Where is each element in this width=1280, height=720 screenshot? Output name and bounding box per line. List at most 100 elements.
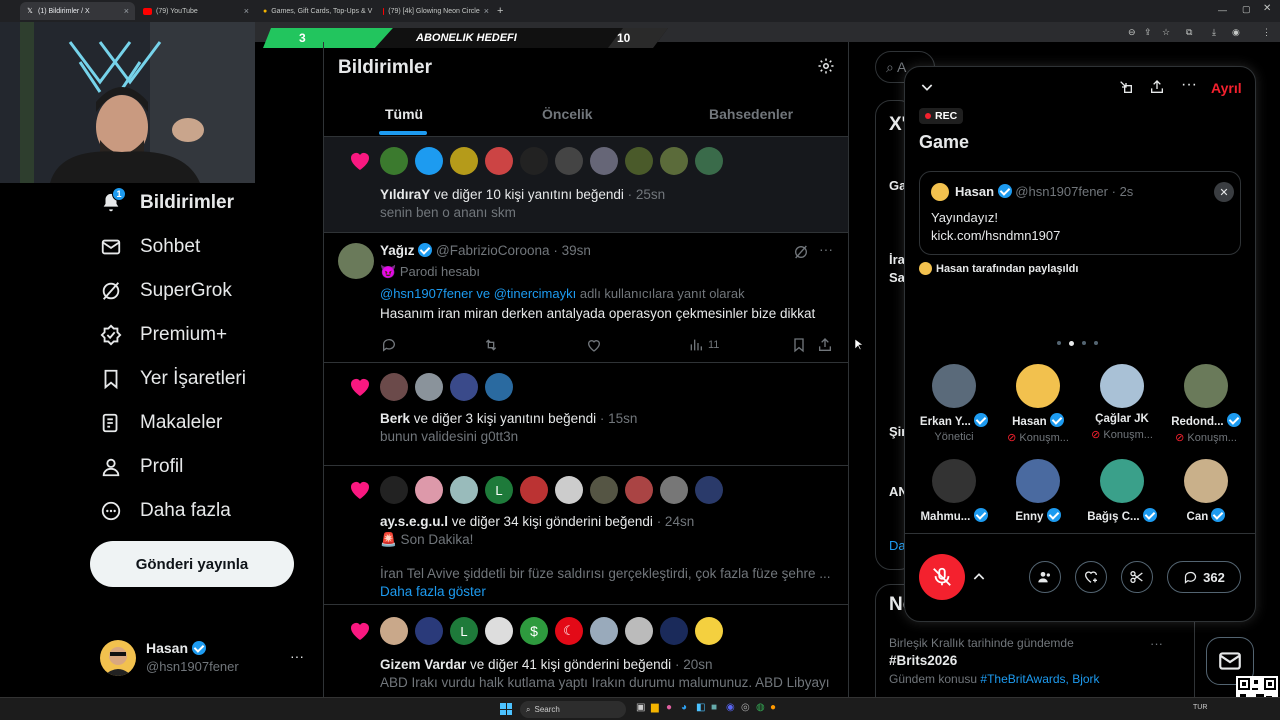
- pinned-post[interactable]: Hasan @hsn1907fener · 2s ✕ Yayındayız! k…: [919, 171, 1241, 255]
- sidebar-item-chat[interactable]: Sohbet: [100, 236, 200, 258]
- carousel-dot[interactable]: [1057, 341, 1061, 345]
- expand-up-icon[interactable]: [971, 569, 987, 585]
- tab-priority[interactable]: Öncelik: [542, 106, 593, 122]
- participants-button[interactable]: [1029, 561, 1061, 593]
- leave-space-button[interactable]: Ayrıl: [1211, 80, 1242, 96]
- speaker[interactable]: Hasan ⊘ Konuşm...: [998, 364, 1078, 444]
- app-icon[interactable]: ●: [666, 702, 672, 713]
- close-tab-icon[interactable]: ×: [484, 6, 489, 16]
- speaker[interactable]: Erkan Y... Yönetici: [914, 364, 994, 443]
- language-indicator[interactable]: TUR: [1193, 704, 1207, 711]
- pinned-link[interactable]: kick.com/hsndmn1907: [931, 228, 1060, 243]
- carousel-dot[interactable]: [1094, 341, 1098, 345]
- minimize-button[interactable]: —: [1218, 5, 1227, 15]
- reply-action[interactable]: [381, 337, 397, 353]
- sidebar-item-more[interactable]: Daha fazla: [100, 500, 231, 522]
- close-tab-icon[interactable]: ×: [244, 6, 249, 16]
- speaker[interactable]: Çağlar JK ⊘ Konuşm...: [1082, 364, 1162, 441]
- browser-tab-youtube[interactable]: (79) YouTube ×: [137, 2, 255, 20]
- tab-all[interactable]: Tümü: [385, 106, 423, 122]
- share-icon[interactable]: [1149, 79, 1165, 95]
- listener[interactable]: Enny: [998, 459, 1078, 523]
- account-more-icon[interactable]: ···: [290, 648, 304, 664]
- mention-link[interactable]: @tinercimaykı: [494, 286, 577, 301]
- sidebar-item-profile[interactable]: Profil: [100, 456, 183, 478]
- speaker[interactable]: Redond... ⊘ Konuşm...: [1166, 364, 1246, 444]
- taskbar-search[interactable]: ⌕ Search: [520, 701, 626, 718]
- show-more-link[interactable]: Daha fazla göster: [380, 584, 486, 599]
- store-icon[interactable]: ◧: [696, 702, 705, 713]
- verified-badge-icon: [191, 641, 206, 655]
- close-window-button[interactable]: ✕: [1263, 3, 1271, 14]
- mention-link[interactable]: @hsn1907fener: [380, 286, 473, 301]
- notification-text: Gizem Vardar ve diğer 41 kişi gönderini …: [380, 657, 712, 672]
- listener[interactable]: Bağış C...: [1082, 459, 1162, 523]
- chrome-icon[interactable]: ◍: [756, 702, 765, 713]
- pinned-header: Hasan @hsn1907fener · 2s: [955, 184, 1133, 199]
- trend-topic-links[interactable]: #TheBritAwards, Bjork: [980, 672, 1099, 686]
- listener[interactable]: Can: [1166, 459, 1246, 523]
- collapse-chevron-icon[interactable]: [919, 79, 935, 95]
- maximize-button[interactable]: ▢: [1242, 4, 1251, 15]
- notification-item[interactable]: L $ ☾ Gizem Vardar ve diğer 41 kişi gönd…: [324, 605, 848, 702]
- task-view-icon[interactable]: ▣: [636, 702, 645, 713]
- minimize-space-icon[interactable]: [1118, 79, 1134, 95]
- like-action[interactable]: [586, 337, 602, 353]
- close-tab-icon[interactable]: ×: [124, 6, 129, 16]
- settings-gear-icon[interactable]: [817, 57, 835, 75]
- notification-item[interactable]: YıldıraY ve diğer 10 kişi yanıtını beğen…: [324, 137, 848, 233]
- views-action[interactable]: 11: [688, 337, 719, 353]
- sidebar-item-articles[interactable]: Makaleler: [100, 412, 222, 434]
- download-icon[interactable]: ⤓: [1212, 27, 1216, 38]
- trend-hashtag[interactable]: #Brits2026: [889, 653, 957, 668]
- reply-tweet[interactable]: Yağız @FabrizioCoroona · 39sn ··· 😈 Paro…: [324, 233, 848, 363]
- page-title: Bildirimler: [338, 57, 432, 78]
- notification-item[interactable]: Berk ve diğer 3 kişi yanıtını beğendi · …: [324, 363, 848, 466]
- edge-icon[interactable]: ◕: [681, 702, 687, 713]
- zoom-icon[interactable]: ⊖: [1128, 27, 1136, 38]
- mic-toggle-button[interactable]: [919, 554, 965, 600]
- listener[interactable]: Mahmu...: [914, 459, 994, 523]
- tweet-more-icon[interactable]: ···: [819, 241, 833, 257]
- app-icon[interactable]: ◎: [741, 702, 750, 713]
- sidebar-item-premium[interactable]: Premium+: [100, 324, 227, 346]
- grok-icon[interactable]: [793, 244, 809, 260]
- sidebar-item-notifications[interactable]: 1 Bildirimler: [100, 187, 234, 214]
- browser-tab-x[interactable]: 𝕏 (1) Bildirimler / X ×: [20, 2, 135, 20]
- windows-start-icon[interactable]: [500, 703, 512, 715]
- react-button[interactable]: [1075, 561, 1107, 593]
- notification-item[interactable]: L ay.s.e.g.u.l ve diğer 34 kişi gönderin…: [324, 466, 848, 605]
- carousel-dot-active[interactable]: [1069, 341, 1074, 346]
- tab-mentions[interactable]: Bahsedenler: [709, 106, 793, 122]
- sidebar-item-supergrok[interactable]: SuperGrok: [100, 280, 232, 302]
- bookmark-star-icon[interactable]: ☆: [1162, 27, 1170, 38]
- share-action[interactable]: [817, 337, 833, 353]
- close-pinned-icon[interactable]: ✕: [1214, 182, 1234, 202]
- retweet-action[interactable]: [483, 337, 499, 353]
- browser-tab-games[interactable]: ● Games, Gift Cards, Top-Ups & V ×: [257, 2, 375, 20]
- app-icon[interactable]: ■: [711, 702, 717, 713]
- trend-peek[interactable]: Sa: [889, 270, 905, 285]
- post-button[interactable]: Gönderi yayınla: [90, 541, 294, 587]
- discord-icon[interactable]: ◉: [726, 702, 735, 713]
- heart-outline-icon: [587, 340, 601, 352]
- account-switcher[interactable]: Hasan @hsn1907fener ···: [100, 640, 310, 680]
- share-page-icon[interactable]: ⇪: [1144, 27, 1152, 38]
- new-tab-button[interactable]: +: [497, 2, 511, 20]
- app-icon[interactable]: ●: [770, 702, 776, 713]
- clip-button[interactable]: [1121, 561, 1153, 593]
- comments-button[interactable]: 362: [1167, 561, 1241, 593]
- bookmark-action[interactable]: [791, 337, 807, 353]
- carousel-dot[interactable]: [1082, 341, 1086, 345]
- extensions-icon[interactable]: ⧉: [1186, 27, 1192, 38]
- heart-icon: [351, 379, 369, 396]
- avatar: [1016, 364, 1060, 408]
- trend-peek[interactable]: İra: [889, 252, 905, 267]
- browser-tab-neon[interactable]: (79) [4k] Glowing Neon Circle ×: [377, 2, 495, 20]
- file-explorer-icon[interactable]: ▆: [651, 702, 659, 713]
- profile-avatar-icon[interactable]: ◉: [1232, 27, 1240, 38]
- browser-menu-icon[interactable]: ⋮: [1262, 27, 1271, 38]
- sidebar-item-bookmarks[interactable]: Yer İşaretleri: [100, 368, 246, 390]
- trend-more-icon[interactable]: ···: [1150, 636, 1163, 651]
- space-more-icon[interactable]: ···: [1181, 76, 1197, 94]
